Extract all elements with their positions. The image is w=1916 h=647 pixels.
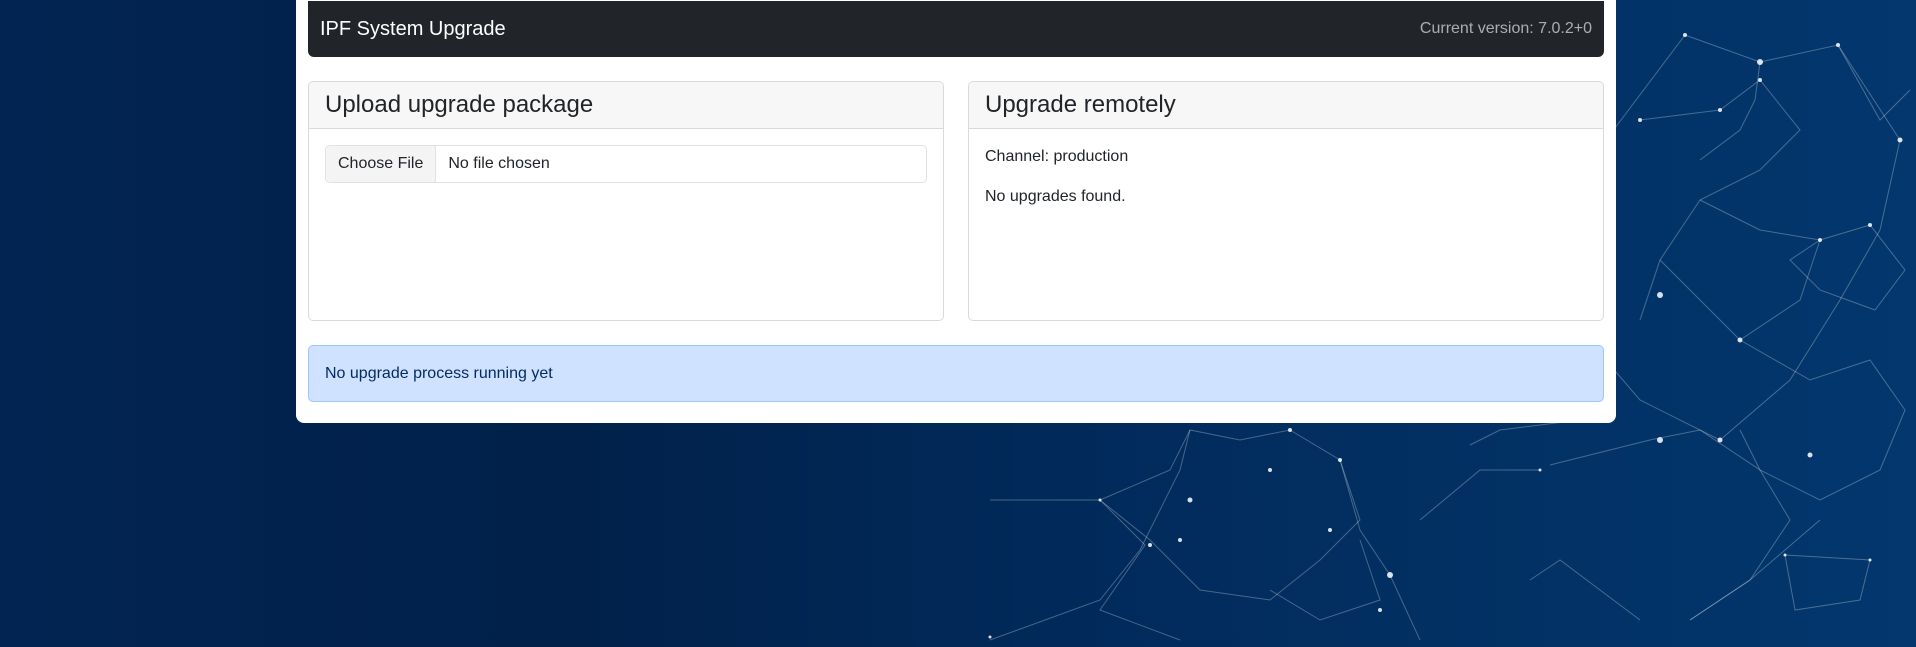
app-title[interactable]: IPF System Upgrade (320, 18, 506, 41)
remote-upgrade-card: Upgrade remotely Channel: production No … (968, 81, 1604, 321)
remote-card-body: Channel: production No upgrades found. (969, 129, 1603, 225)
current-version-text: Current version: 7.0.2+0 (1419, 20, 1592, 37)
file-input[interactable]: Choose File No file chosen (325, 145, 927, 183)
upload-card-body: Choose File No file chosen (309, 129, 943, 199)
remote-card-title: Upgrade remotely (985, 91, 1176, 118)
remote-card-header: Upgrade remotely (969, 82, 1603, 129)
alert-text: No upgrade process running yet (325, 364, 553, 382)
file-status-text: No file chosen (448, 155, 550, 172)
upgrade-process-alert: No upgrade process running yet (308, 345, 1604, 402)
channel-text: Channel: production (985, 148, 1129, 165)
upgrade-status-text: No upgrades found. (985, 188, 1126, 205)
upload-card-header: Upload upgrade package (309, 82, 943, 129)
upgrade-panel: IPF System Upgrade Current version: 7.0.… (296, 0, 1616, 423)
top-navbar: IPF System Upgrade Current version: 7.0.… (308, 1, 1604, 57)
choose-file-button[interactable]: Choose File (326, 146, 437, 182)
upload-card-title: Upload upgrade package (325, 91, 594, 118)
upload-package-card: Upload upgrade package Choose File No fi… (308, 81, 944, 321)
